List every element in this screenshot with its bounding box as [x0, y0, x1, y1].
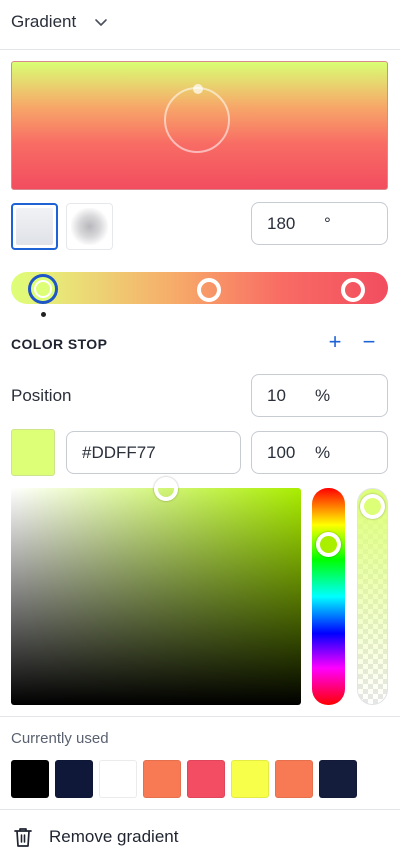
- color-chip[interactable]: [275, 760, 313, 798]
- color-stop-title: COLOR STOP: [11, 336, 108, 352]
- linear-gradient-swatch: [16, 208, 53, 245]
- color-chip[interactable]: [55, 760, 93, 798]
- hue-slider[interactable]: [312, 488, 345, 705]
- opacity-unit: %: [315, 443, 331, 462]
- remove-gradient-button[interactable]: Remove gradient: [0, 810, 400, 861]
- saturation-value-area[interactable]: [11, 488, 301, 705]
- gradient-stop-3[interactable]: [341, 278, 365, 302]
- color-chip[interactable]: [99, 760, 137, 798]
- gradient-stop-1[interactable]: [28, 274, 58, 304]
- hex-value: #DDFF77: [82, 443, 156, 462]
- header-title[interactable]: Gradient: [11, 12, 76, 32]
- currently-used-label: Currently used: [11, 730, 109, 747]
- plus-icon[interactable]: +: [326, 331, 344, 353]
- divider: [0, 716, 400, 717]
- color-chip[interactable]: [187, 760, 225, 798]
- minus-icon[interactable]: −: [360, 331, 378, 353]
- position-input[interactable]: 10 %: [251, 374, 388, 417]
- selected-stop-indicator: [41, 312, 46, 317]
- radial-gradient-swatch: [71, 208, 108, 245]
- gradient-stop-2[interactable]: [197, 278, 221, 302]
- alpha-slider[interactable]: [357, 488, 388, 705]
- opacity-value: 100: [267, 443, 296, 462]
- color-chip[interactable]: [231, 760, 269, 798]
- color-chip[interactable]: [319, 760, 357, 798]
- angle-value: 180: [267, 214, 296, 233]
- angle-dial-handle[interactable]: [193, 84, 203, 94]
- angle-input[interactable]: 180 °: [251, 202, 388, 245]
- gradient-preview: [11, 61, 388, 190]
- radial-gradient-button[interactable]: [66, 203, 113, 250]
- opacity-input[interactable]: 100 %: [251, 431, 388, 474]
- panel-header: Gradient: [0, 0, 400, 50]
- remove-gradient-label: Remove gradient: [49, 827, 179, 846]
- position-unit: %: [315, 386, 331, 405]
- hex-input[interactable]: #DDFF77: [66, 431, 241, 474]
- currently-used-palette: [11, 760, 357, 798]
- chevron-down-icon[interactable]: [94, 15, 108, 29]
- linear-gradient-button[interactable]: [11, 203, 58, 250]
- hue-handle[interactable]: [316, 532, 341, 557]
- color-chip[interactable]: [11, 760, 49, 798]
- trash-icon: [14, 828, 32, 847]
- position-value: 10: [267, 386, 286, 405]
- position-label: Position: [11, 386, 72, 405]
- color-chip[interactable]: [143, 760, 181, 798]
- angle-dial[interactable]: [164, 87, 230, 153]
- current-color-swatch[interactable]: [11, 429, 55, 476]
- angle-unit: °: [324, 214, 331, 233]
- alpha-handle[interactable]: [360, 494, 385, 519]
- saturation-handle[interactable]: [154, 477, 178, 501]
